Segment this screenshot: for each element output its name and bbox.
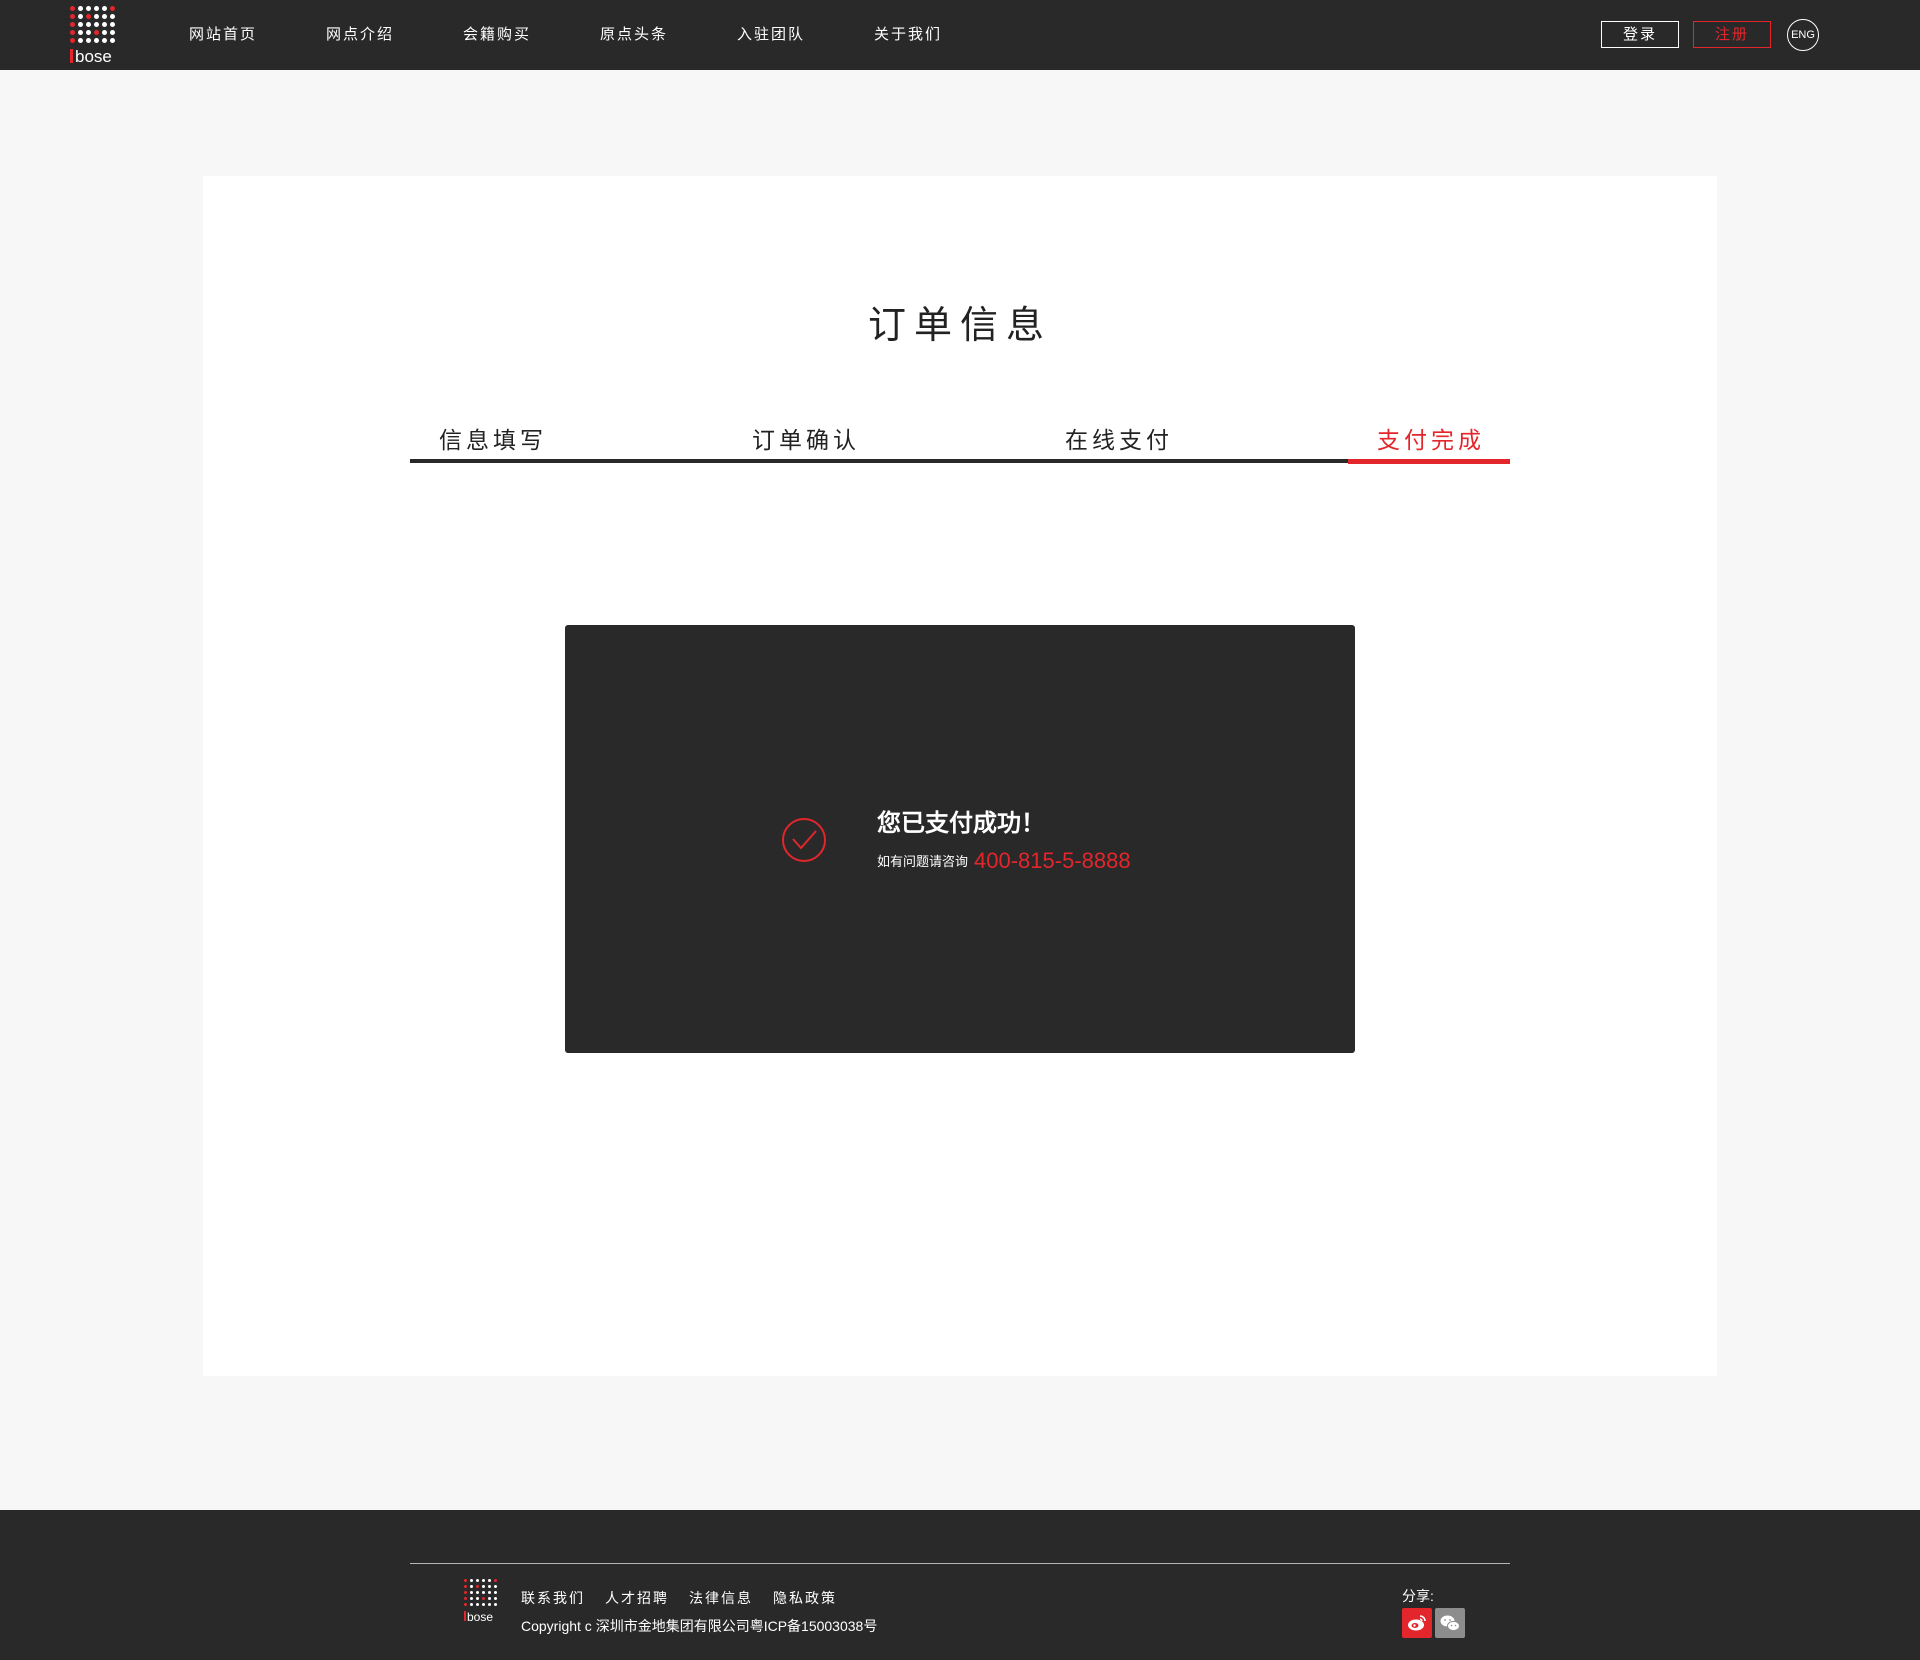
weibo-icon[interactable]: [1402, 1608, 1432, 1638]
nav-item-news[interactable]: 原点头条: [600, 0, 737, 70]
page-title: 订单信息: [867, 305, 1052, 347]
bose-logo[interactable]: bose: [70, 6, 118, 66]
footer-link-legal[interactable]: 法律信息: [689, 1588, 753, 1608]
logo-wordmark: bose: [70, 48, 112, 66]
step-online-payment: 在线支付: [1065, 427, 1173, 453]
logo-dot-grid: [70, 6, 118, 43]
footer-links: 联系我们 人才招聘 法律信息 隐私政策: [521, 1588, 857, 1608]
nav-item-home[interactable]: 网站首页: [189, 0, 326, 70]
footer-divider: [410, 1563, 1510, 1564]
step-confirm-order: 订单确认: [752, 427, 860, 453]
step-fill-info: 信息填写: [439, 427, 547, 453]
order-card: 订单信息 信息填写 订单确认 在线支付 支付完成 您已支付成功！ 如有问题请咨询…: [203, 176, 1717, 1376]
site-footer: bose 联系我们 人才招聘 法律信息 隐私政策 Copyright c 深圳市…: [0, 1510, 1920, 1660]
register-button[interactable]: 注册: [1693, 21, 1771, 48]
language-toggle-button[interactable]: ENG: [1787, 19, 1819, 51]
nav-item-about[interactable]: 关于我们: [874, 0, 1011, 70]
nav-item-membership[interactable]: 会籍购买: [463, 0, 600, 70]
footer-link-privacy[interactable]: 隐私政策: [773, 1588, 837, 1608]
success-message: 您已支付成功！: [877, 810, 1045, 837]
nav-item-teams[interactable]: 入驻团队: [737, 0, 874, 70]
footer-logo-wordmark: bose: [464, 1611, 493, 1624]
wechat-icon[interactable]: [1435, 1608, 1465, 1638]
step-progress-active: [1348, 459, 1510, 464]
share-label: 分享:: [1402, 1588, 1434, 1604]
footer-link-careers[interactable]: 人才招聘: [605, 1588, 669, 1608]
check-circle-icon: [782, 818, 826, 862]
copyright-text: Copyright c 深圳市金地集团有限公司粤ICP备15003038号: [521, 1618, 878, 1634]
main-nav: 网站首页 网点介绍 会籍购买 原点头条 入驻团队 关于我们: [189, 0, 1011, 70]
help-text: 如有问题请咨询: [877, 854, 969, 869]
site-header: bose 网站首页 网点介绍 会籍购买 原点头条 入驻团队 关于我们 登录 注册…: [0, 0, 1920, 70]
login-button[interactable]: 登录: [1601, 21, 1679, 48]
help-phone-number[interactable]: 400-815-5-8888: [974, 848, 1131, 873]
step-payment-complete: 支付完成: [1377, 427, 1485, 453]
footer-link-contact[interactable]: 联系我们: [521, 1588, 585, 1608]
footer-logo[interactable]: bose: [464, 1579, 500, 1625]
step-progress-track: [410, 459, 1510, 463]
payment-success-panel: 您已支付成功！ 如有问题请咨询 400-815-5-8888: [565, 625, 1355, 1053]
nav-item-branches[interactable]: 网点介绍: [326, 0, 463, 70]
footer-logo-dot-grid: [464, 1579, 500, 1606]
help-row: 如有问题请咨询 400-815-5-8888: [877, 848, 1131, 874]
